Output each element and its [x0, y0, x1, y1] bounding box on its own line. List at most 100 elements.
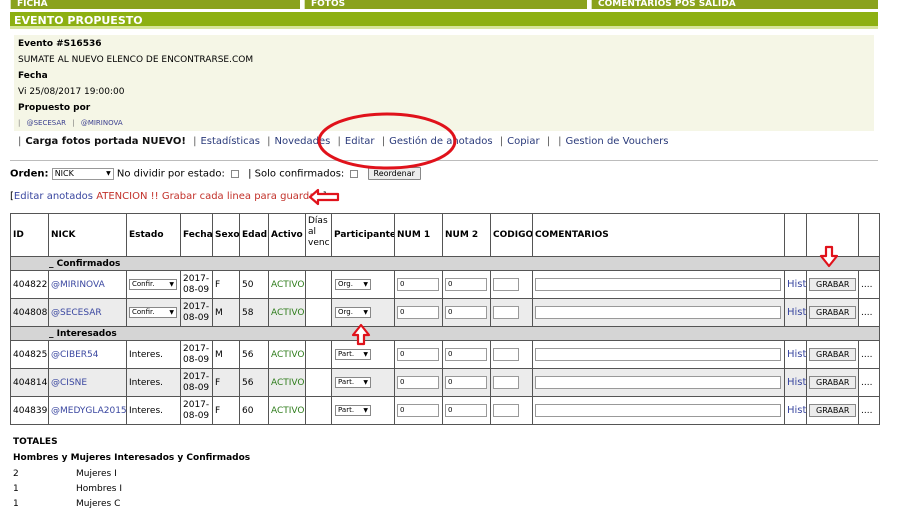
cell-hist: Hist [784, 368, 807, 397]
cell-nick[interactable]: @MIRINOVA [48, 270, 127, 299]
cell-nick[interactable]: @CISNE [48, 368, 127, 397]
more-link[interactable]: .... [861, 350, 872, 360]
comentarios-input[interactable] [535, 376, 781, 389]
page-title: EVENTO PROPUESTO [10, 12, 878, 29]
more-link[interactable]: .... [861, 280, 872, 290]
link-gestion-anotados[interactable]: Gestión de anotados [389, 136, 492, 147]
num2-input[interactable]: 0 [445, 348, 487, 361]
event-name: SUMATE AL NUEVO ELENCO DE ENCONTRARSE.CO… [18, 55, 254, 65]
num1-input[interactable]: 0 [397, 404, 439, 417]
codigo-input[interactable] [493, 306, 519, 319]
codigo-input[interactable] [493, 348, 519, 361]
cell-activo: ACTIVO [268, 298, 306, 327]
estado-select[interactable]: Confir. ▼ [129, 279, 177, 290]
col-grabar [806, 213, 859, 257]
table-row: 404825 @CIBER54 Interes. 2017- 08-09 M 56 ACTIV… [10, 340, 880, 369]
totales-title: TOTALES [13, 437, 58, 447]
chevron-down-icon: ▼ [363, 407, 368, 414]
cell-activo: ACTIVO [268, 368, 306, 397]
cell-nick[interactable]: @MEDYGLA2015 [48, 396, 127, 425]
num2-input[interactable]: 0 [445, 376, 487, 389]
link-editar[interactable]: Editar [345, 136, 375, 147]
estado-value: Interes. [129, 349, 164, 360]
cell-comentarios [532, 298, 785, 327]
num1-input[interactable]: 0 [397, 306, 439, 319]
participante-select[interactable]: Part. ▼ [335, 349, 371, 360]
nick-link[interactable]: @MEDYGLA2015 [51, 406, 126, 416]
num2-input[interactable]: 0 [445, 404, 487, 417]
no-dividir-checkbox[interactable] [230, 169, 239, 178]
proponent-link[interactable]: @MIRINOVA [81, 119, 123, 127]
estado-select[interactable]: Confir. ▼ [129, 307, 177, 318]
comentarios-input[interactable] [535, 404, 781, 417]
grabar-button[interactable]: GRABAR [809, 376, 857, 389]
order-controls: Orden: NICK ▼ No dividir por estado: | So… [10, 167, 421, 180]
proponents: | @SECESAR | @MIRINOVA [18, 119, 123, 127]
solo-confirmados-label: Solo confirmados: [254, 168, 345, 180]
grabar-button[interactable]: GRABAR [809, 348, 857, 361]
link-carga-fotos[interactable]: Carga fotos portada NUEVO! [25, 136, 186, 147]
num1-input[interactable]: 0 [397, 278, 439, 291]
num2-input[interactable]: 0 [445, 306, 487, 319]
codigo-input[interactable] [493, 376, 519, 389]
tab-ficha[interactable]: FICHA [10, 0, 300, 9]
link-estadisticas[interactable]: Estadísticas [200, 136, 259, 147]
num1-input[interactable]: 0 [397, 348, 439, 361]
participante-select[interactable]: Org. ▼ [335, 279, 371, 290]
codigo-input[interactable] [493, 404, 519, 417]
hist-link[interactable]: Hist [787, 405, 806, 416]
grabar-button[interactable]: GRABAR [809, 278, 857, 291]
cell-grabar: GRABAR [806, 396, 859, 425]
tab-fotos[interactable]: FOTOS [304, 0, 587, 9]
codigo-input[interactable] [493, 278, 519, 291]
comentarios-input[interactable] [535, 306, 781, 319]
link-copiar[interactable]: Copiar [507, 136, 539, 147]
more-link[interactable]: .... [861, 378, 872, 388]
editar-anotados-link[interactable]: Editar anotados [14, 191, 93, 202]
cell-codigo [490, 396, 533, 425]
more-link[interactable]: .... [861, 308, 872, 318]
cell-codigo [490, 298, 533, 327]
more-link[interactable]: .... [861, 406, 872, 416]
participante-select[interactable]: Part. ▼ [335, 377, 371, 388]
cell-more: .... [858, 298, 880, 327]
hist-link[interactable]: Hist [787, 377, 806, 388]
comentarios-input[interactable] [535, 278, 781, 291]
participante-select[interactable]: Part. ▼ [335, 405, 371, 416]
hist-link[interactable]: Hist [787, 349, 806, 360]
cell-participante: Part. ▼ [331, 340, 395, 369]
nick-link[interactable]: @SECESAR [51, 308, 102, 318]
cell-nick[interactable]: @SECESAR [48, 298, 127, 327]
link-novedades[interactable]: Novedades [275, 136, 331, 147]
grabar-button[interactable]: GRABAR [809, 306, 857, 319]
cell-activo: ACTIVO [268, 270, 306, 299]
proponent-link[interactable]: @SECESAR [27, 119, 66, 127]
order-select[interactable]: NICK ▼ [51, 167, 114, 180]
tab-comentarios[interactable]: COMENTARIOS POS SALIDA [591, 0, 878, 9]
col-activo: Activo [268, 213, 306, 257]
nick-link[interactable]: @CIBER54 [51, 350, 99, 360]
no-dividir-label: No dividir por estado: [116, 168, 225, 180]
cell-fecha: 2017- 08-09 [180, 368, 213, 397]
cell-edad: 56 [239, 368, 269, 397]
cell-fecha: 2017- 08-09 [180, 298, 213, 327]
num1-input[interactable]: 0 [397, 376, 439, 389]
cell-more: .... [858, 396, 880, 425]
link-gestion-vouchers[interactable]: Gestion de Vouchers [566, 136, 669, 147]
hist-link[interactable]: Hist [787, 279, 806, 290]
propuesto-label: Propuesto por [18, 103, 91, 113]
cell-num2: 0 [442, 340, 491, 369]
nick-link[interactable]: @CISNE [51, 378, 87, 388]
cell-more: .... [858, 270, 880, 299]
hist-link[interactable]: Hist [787, 307, 806, 318]
num2-input[interactable]: 0 [445, 278, 487, 291]
nick-link[interactable]: @MIRINOVA [51, 280, 105, 290]
comentarios-input[interactable] [535, 348, 781, 361]
reordenar-button[interactable]: Reordenar [367, 167, 421, 180]
cell-nick[interactable]: @CIBER54 [48, 340, 127, 369]
participante-select[interactable]: Org. ▼ [335, 307, 371, 318]
grabar-button[interactable]: GRABAR [809, 404, 857, 417]
cell-num1: 0 [394, 340, 443, 369]
col-codigo: CODIGO [490, 213, 533, 257]
solo-confirmados-checkbox[interactable] [350, 169, 359, 178]
